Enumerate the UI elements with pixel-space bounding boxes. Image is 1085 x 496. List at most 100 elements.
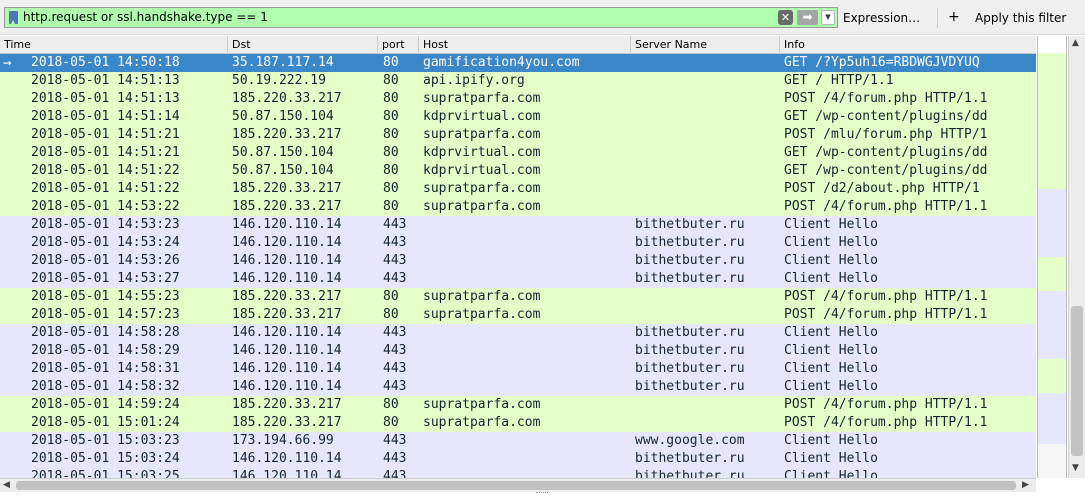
- packet-row[interactable]: 2018-05-01 14:51:21 50.87.150.104 80 kdprvi…: [0, 144, 1036, 162]
- packet-row[interactable]: 2018-05-01 14:58:28 146.120.110.14 443 bith…: [0, 324, 1036, 342]
- packet-row[interactable]: 2018-05-01 14:53:22 185.220.33.217 80 supra…: [0, 198, 1036, 216]
- packet-row[interactable]: → 2018-05-01 14:50:18 35.187.117.14 80 gamif…: [0, 54, 1036, 72]
- packet-row[interactable]: 2018-05-01 14:53:27 146.120.110.14 443 bith…: [0, 270, 1036, 288]
- cell-server-name: bithetbuter.ru: [635, 253, 745, 268]
- column-header-port[interactable]: port: [378, 36, 419, 54]
- apply-this-filter-button[interactable]: Apply this filter: [975, 9, 1066, 27]
- cell-host: [423, 234, 631, 252]
- packet-row[interactable]: 2018-05-01 14:51:13 50.19.222.19 80 api.ipi…: [0, 72, 1036, 90]
- cell-host: kdprvirtual.com: [423, 145, 541, 160]
- packet-row[interactable]: 2018-05-01 14:58:31 146.120.110.14 443 bith…: [0, 360, 1036, 378]
- cell-info: GET /wp-content/plugins/dd: [784, 163, 988, 178]
- cell-host: supratparfa.com: [423, 415, 541, 430]
- cell-host: gamification4you.com: [423, 55, 580, 70]
- cell-info: POST /4/forum.php HTTP/1.1: [784, 289, 988, 304]
- minimap-segment: [1038, 53, 1066, 70]
- packet-row[interactable]: 2018-05-01 14:53:24 146.120.110.14 443 bith…: [0, 234, 1036, 252]
- cell-server-name: [635, 288, 780, 306]
- bookmark-icon[interactable]: [9, 11, 18, 24]
- minimap-segment: [1038, 291, 1066, 308]
- cell-time: 2018-05-01 14:50:18: [31, 55, 180, 70]
- cell-dst: 50.87.150.104: [232, 163, 334, 178]
- cell-dst: 146.120.110.14: [232, 217, 342, 232]
- minimap-segment: [1038, 410, 1066, 427]
- packet-row[interactable]: 2018-05-01 14:51:22 50.87.150.104 80 kdprvi…: [0, 162, 1036, 180]
- display-filter-input[interactable]: http.request or ssl.handshake.type == 1 …: [4, 7, 838, 28]
- cell-time: 2018-05-01 14:51:21: [31, 145, 180, 160]
- cell-dst: 146.120.110.14: [232, 451, 342, 466]
- cell-server-name: bithetbuter.ru: [635, 451, 745, 466]
- column-header-time[interactable]: Time: [0, 36, 228, 54]
- column-header-host[interactable]: Host: [419, 36, 631, 54]
- cell-port: 80: [383, 145, 399, 160]
- cell-info: Client Hello: [784, 433, 878, 448]
- add-filter-button-icon[interactable]: +: [948, 8, 960, 26]
- cell-info: POST /4/forum.php HTTP/1.1: [784, 91, 988, 106]
- cell-host: supratparfa.com: [423, 127, 541, 142]
- pane-splitter-handle[interactable]: [536, 492, 548, 496]
- cell-time: 2018-05-01 14:53:27: [31, 271, 180, 286]
- packet-row[interactable]: 2018-05-01 14:55:23 185.220.33.217 80 supra…: [0, 288, 1036, 306]
- packet-row[interactable]: 2018-05-01 15:03:23 173.194.66.99 443 www.g…: [0, 432, 1036, 450]
- scroll-left-icon[interactable]: ◀: [3, 480, 10, 491]
- packet-row[interactable]: 2018-05-01 14:51:14 50.87.150.104 80 kdprvi…: [0, 108, 1036, 126]
- packet-row[interactable]: 2018-05-01 15:03:24 146.120.110.14 443 bith…: [0, 450, 1036, 468]
- minimap-segment: [1038, 240, 1066, 257]
- packet-row[interactable]: 2018-05-01 14:57:23 185.220.33.217 80 supra…: [0, 306, 1036, 324]
- cell-host: [423, 270, 631, 288]
- column-header-dst[interactable]: Dst: [228, 36, 378, 54]
- display-filter-text[interactable]: http.request or ssl.handshake.type == 1: [23, 9, 268, 26]
- packet-row[interactable]: 2018-05-01 14:51:21 185.220.33.217 80 supra…: [0, 126, 1036, 144]
- cell-dst: 146.120.110.14: [232, 469, 342, 478]
- scroll-right-icon[interactable]: ▶: [1022, 480, 1029, 491]
- cell-time: 2018-05-01 15:03:23: [31, 433, 180, 448]
- cell-dst: 50.87.150.104: [232, 109, 334, 124]
- cell-server-name: [635, 414, 780, 432]
- minimap-segment: [1038, 325, 1066, 342]
- cell-time: 2018-05-01 14:58:31: [31, 361, 180, 376]
- cell-host: supratparfa.com: [423, 397, 541, 412]
- packet-row[interactable]: 2018-05-01 14:53:26 146.120.110.14 443 bith…: [0, 252, 1036, 270]
- cell-time: 2018-05-01 14:51:13: [31, 91, 180, 106]
- cell-time: 2018-05-01 14:51:13: [31, 73, 180, 88]
- cell-port: 80: [383, 199, 399, 214]
- horizontal-scrollbar[interactable]: ◀ ▶: [0, 478, 1036, 492]
- cell-server-name: bithetbuter.ru: [635, 343, 745, 358]
- apply-arrow-icon[interactable]: ➡: [797, 10, 818, 25]
- expression-button[interactable]: Expression…: [843, 9, 920, 27]
- packet-list-minimap[interactable]: [1037, 36, 1067, 478]
- cell-server-name: [635, 108, 780, 126]
- cell-server-name: [635, 90, 780, 108]
- minimap-segment: [1038, 274, 1066, 291]
- packet-row[interactable]: 2018-05-01 14:51:22 185.220.33.217 80 supra…: [0, 180, 1036, 198]
- cell-port: 80: [383, 415, 399, 430]
- cell-server-name: bithetbuter.ru: [635, 325, 745, 340]
- packet-row[interactable]: 2018-05-01 15:01:24 185.220.33.217 80 supra…: [0, 414, 1036, 432]
- packet-row[interactable]: 2018-05-01 14:59:24 185.220.33.217 80 supra…: [0, 396, 1036, 414]
- scroll-up-icon[interactable]: ▲: [1072, 38, 1079, 48]
- column-header-server-name[interactable]: Server Name: [631, 36, 780, 54]
- packet-row[interactable]: 2018-05-01 14:58:29 146.120.110.14 443 bith…: [0, 342, 1036, 360]
- cell-host: [423, 342, 631, 360]
- cell-time: 2018-05-01 15:03:24: [31, 451, 180, 466]
- cell-host: kdprvirtual.com: [423, 109, 541, 124]
- vertical-scroll-thumb[interactable]: [1071, 306, 1083, 456]
- minimap-segment: [1038, 172, 1066, 189]
- cell-dst: 185.220.33.217: [232, 199, 342, 214]
- cell-server-name: [635, 72, 780, 90]
- packet-row[interactable]: 2018-05-01 14:58:32 146.120.110.14 443 bith…: [0, 378, 1036, 396]
- cell-info: Client Hello: [784, 253, 878, 268]
- cell-info: Client Hello: [784, 325, 878, 340]
- cell-server-name: [635, 126, 780, 144]
- column-header-info[interactable]: Info: [780, 36, 1036, 54]
- vertical-scrollbar[interactable]: ▲ ▼: [1068, 36, 1085, 478]
- packet-row[interactable]: 2018-05-01 14:53:23 146.120.110.14 443 bith…: [0, 216, 1036, 234]
- clear-icon[interactable]: ✕: [778, 10, 793, 25]
- packet-row[interactable]: 2018-05-01 14:51:13 185.220.33.217 80 supra…: [0, 90, 1036, 108]
- horizontal-scroll-thumb[interactable]: [16, 481, 1016, 490]
- chevron-down-icon[interactable]: ▼: [821, 10, 835, 25]
- cell-dst: 185.220.33.217: [232, 91, 342, 106]
- packet-row[interactable]: 2018-05-01 15:03:25 146.120.110.14 443 bith…: [0, 468, 1036, 478]
- scroll-down-icon[interactable]: ▼: [1072, 463, 1079, 473]
- cell-port: 443: [383, 325, 407, 340]
